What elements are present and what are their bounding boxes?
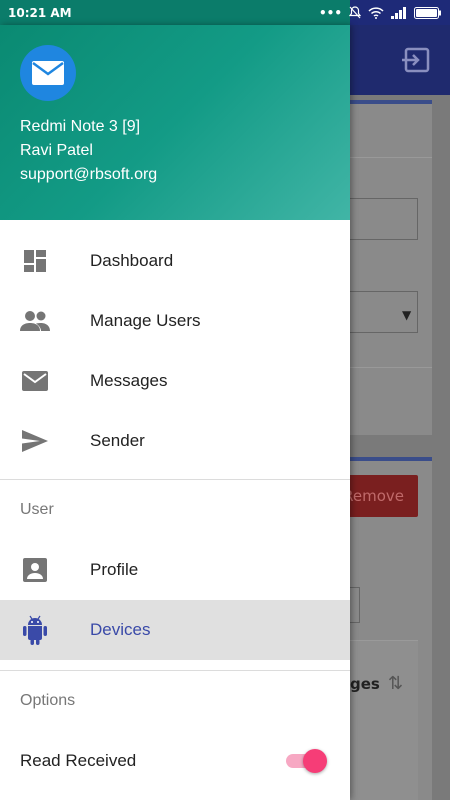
menu-label: Devices — [90, 620, 151, 639]
more-dots-icon: ••• — [318, 5, 342, 20]
background-small-input — [350, 587, 360, 623]
background-remove-button: Remove — [350, 475, 418, 517]
drawer-header: Redmi Note 3 [9] Ravi Patel support@rbso… — [0, 25, 350, 220]
signal-icon — [391, 6, 406, 19]
background-table — [350, 640, 418, 800]
menu-item-messages[interactable]: Messages — [0, 351, 350, 411]
read-received-label: Read Received — [20, 751, 137, 770]
android-icon — [23, 615, 47, 645]
menu-label: Dashboard — [90, 251, 174, 270]
sort-icon: ⇅ — [388, 673, 404, 694]
background-table-header: ges — [350, 675, 380, 693]
people-icon — [20, 311, 50, 331]
background-card — [350, 100, 432, 435]
dashboard-icon — [24, 250, 46, 272]
mail-icon — [22, 371, 48, 391]
read-received-toggle[interactable] — [286, 749, 327, 773]
toggle-thumb — [303, 749, 327, 773]
menu-label: Profile — [90, 560, 139, 579]
logout-icon[interactable] — [400, 44, 432, 76]
status-time: 10:21 AM — [8, 5, 72, 20]
section-title-options: Options — [20, 692, 76, 709]
read-received-row: Read Received — [0, 731, 350, 791]
section-title-user: User — [20, 501, 54, 518]
mail-icon — [32, 61, 64, 85]
notifications-off-icon — [349, 5, 361, 18]
wifi-icon — [368, 6, 384, 19]
chevron-down-icon: ▼ — [402, 308, 412, 322]
user-name: Ravi Patel — [20, 142, 93, 159]
menu-label: Sender — [90, 431, 145, 450]
navigation-drawer: Redmi Note 3 [9] Ravi Patel support@rbso… — [0, 25, 350, 800]
device-name: Redmi Note 3 [9] — [20, 118, 141, 135]
menu-item-manage-users[interactable]: Manage Users — [0, 291, 350, 351]
background-appbar — [350, 25, 450, 95]
background-input — [350, 198, 418, 240]
menu-item-profile[interactable]: Profile — [0, 540, 350, 600]
menu-label: Messages — [90, 371, 168, 390]
status-icons: ••• — [319, 6, 442, 20]
menu-item-dashboard[interactable]: Dashboard — [0, 231, 350, 291]
person-icon — [23, 558, 47, 582]
background-app: ▼ Remove ges ⇅ — [350, 25, 450, 800]
battery-icon — [414, 6, 441, 19]
status-bar: 10:21 AM ••• — [0, 0, 450, 25]
menu-item-devices[interactable]: Devices — [0, 600, 350, 660]
user-email: support@rbsoft.org — [20, 166, 158, 183]
menu-item-sender[interactable]: Sender — [0, 411, 350, 471]
menu-label: Manage Users — [90, 311, 201, 330]
send-icon — [22, 430, 48, 452]
avatar[interactable] — [20, 45, 76, 101]
